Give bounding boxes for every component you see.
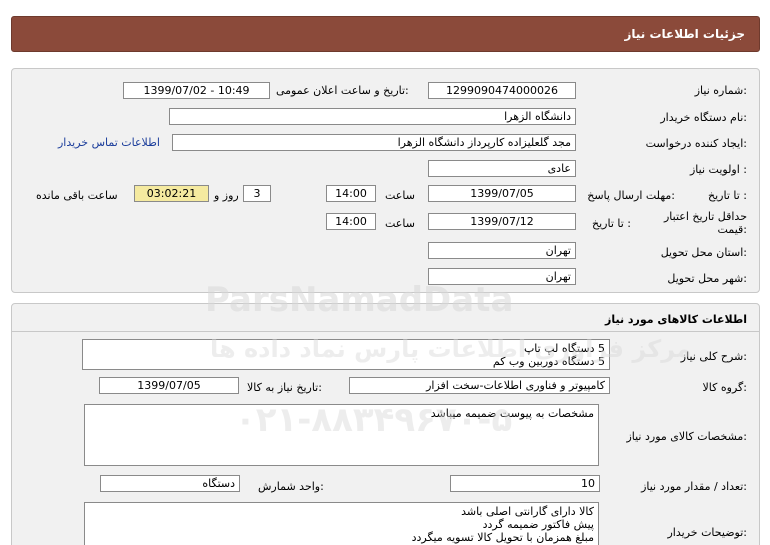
need-number-label: شماره نیاز: (694, 84, 747, 97)
deadline-time-field: 14:00 (326, 185, 376, 202)
specs-field: مشخصات به پیوست ضمیمه میباشد (84, 404, 599, 466)
group-field: کامپیوتر و فناوری اطلاعات-سخت افزار (349, 377, 610, 394)
summary-label: شرح کلی نیاز: (680, 350, 747, 363)
page-title: جزئیات اطلاعات نیاز (624, 27, 745, 41)
priority-label: اولویت نیاز : (689, 163, 747, 176)
validity-date-field: 1399/07/12 (428, 213, 576, 230)
announce-field: 1399/07/02 - 10:49 (123, 82, 270, 99)
goods-section-title: اطلاعات کالاهای مورد نیاز (605, 313, 747, 326)
group-label: گروه کالا: (702, 381, 747, 394)
section-divider (12, 331, 759, 332)
goods-info-panel: اطلاعات کالاهای مورد نیاز شرح کلی نیاز: … (11, 303, 760, 545)
notes-label: توضیحات خریدار: (667, 526, 748, 539)
specs-label: مشخصات کالای مورد نیاز: (626, 430, 747, 443)
notes-field: کالا دارای گارانتی اصلی باشد پیش فاکتور … (84, 502, 599, 545)
qty-label: تعداد / مقدار مورد نیاز: (641, 480, 747, 493)
summary-line: 5 دستگاه لپ تاپ (523, 342, 605, 355)
days-label: روز و (214, 189, 239, 202)
deadline-date-field: 1399/07/05 (428, 185, 576, 202)
buyer-label: نام دستگاه خریدار: (660, 111, 747, 124)
buyer-field: دانشگاه الزهرا (169, 108, 576, 125)
buyer-contact-link[interactable]: اطلاعات تماس خریدار (58, 136, 160, 149)
need-date-label: تاریخ نیاز به کالا: (247, 381, 322, 394)
days-remaining-field: 3 (243, 185, 271, 202)
notes-line: پیش فاکتور ضمیمه گردد (482, 518, 594, 531)
unit-label: واحد شمارش: (258, 480, 324, 493)
deadline-label: مهلت ارسال پاسخ: (587, 189, 675, 202)
remaining-label: ساعت باقی مانده (36, 189, 118, 202)
city-field: تهران (428, 268, 576, 285)
qty-field: 10 (450, 475, 600, 492)
creator-field: مجد گلعلیزاده کارپرداز دانشگاه الزهرا (172, 134, 576, 151)
validity-time-field: 14:00 (326, 213, 376, 230)
deadline-time-label: ساعت (385, 189, 415, 202)
province-field: تهران (428, 242, 576, 259)
page-header: جزئیات اطلاعات نیاز (11, 16, 760, 52)
creator-label: ایجاد کننده درخواست: (645, 137, 747, 150)
province-label: استان محل تحویل: (660, 246, 747, 259)
unit-field: دستگاه (100, 475, 240, 492)
summary-field: 5 دستگاه لپ تاپ 5 دستگاه دوربین وب کم (82, 339, 610, 370)
validity-time-label: ساعت (385, 217, 415, 230)
specs-text: مشخصات به پیوست ضمیمه میباشد (430, 407, 594, 420)
city-label: شهر محل تحویل: (667, 272, 747, 285)
validity-to-date-label: تا تاریخ : (592, 217, 631, 230)
notes-line: کالا دارای گارانتی اصلی باشد (461, 505, 594, 518)
validity-label: حداقل تاریخ اعتبار قیمت: (663, 210, 747, 236)
notes-line: مبلغ همزمان با تحویل کالا تسویه میگردد (411, 531, 594, 544)
summary-line: 5 دستگاه دوربین وب کم (492, 355, 605, 368)
announce-label: تاریخ و ساعت اعلان عمومی: (276, 84, 409, 97)
remaining-time-field: 03:02:21 (134, 185, 209, 202)
priority-field: عادی (428, 160, 576, 177)
need-number-field: 1299090474000026 (428, 82, 576, 99)
deadline-to-date-label: تا تاریخ : (708, 189, 747, 202)
need-info-panel: شماره نیاز: 1299090474000026 تاریخ و ساع… (11, 68, 760, 293)
need-date-field: 1399/07/05 (99, 377, 239, 394)
